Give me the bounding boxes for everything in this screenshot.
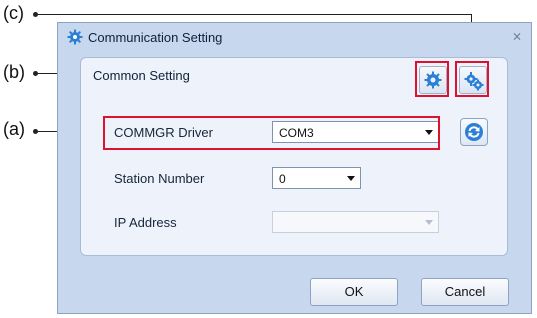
highlight-box-c xyxy=(455,61,489,97)
group-title: Common Setting xyxy=(93,68,190,83)
chevron-down-icon xyxy=(347,176,355,181)
leader-dot-c xyxy=(33,12,38,17)
refresh-button[interactable] xyxy=(460,118,488,146)
callout-b: (b) xyxy=(3,62,25,82)
chevron-down-icon xyxy=(425,220,433,225)
title-bar[interactable]: Communication Setting ⨯ xyxy=(58,23,531,51)
dialog-title: Communication Setting xyxy=(88,30,223,45)
refresh-icon xyxy=(465,123,483,141)
ip-address-label: IP Address xyxy=(114,215,177,230)
station-number-value: 0 xyxy=(279,172,286,186)
highlight-box-b xyxy=(415,61,449,97)
leader-line-c xyxy=(36,14,472,15)
ip-address-combobox[interactable] xyxy=(272,211,439,233)
highlight-box-a xyxy=(103,116,440,150)
cancel-button[interactable]: Cancel xyxy=(421,278,509,306)
callout-a: (a) xyxy=(3,119,25,139)
station-number-label: Station Number xyxy=(114,171,205,186)
leader-dot-a xyxy=(33,129,38,134)
close-button[interactable]: ⨯ xyxy=(509,28,525,44)
ok-button[interactable]: OK xyxy=(310,278,398,306)
callout-c: (c) xyxy=(3,3,24,23)
leader-dot-b xyxy=(33,71,38,76)
gear-icon xyxy=(67,29,83,45)
station-number-combobox[interactable]: 0 xyxy=(272,167,361,189)
